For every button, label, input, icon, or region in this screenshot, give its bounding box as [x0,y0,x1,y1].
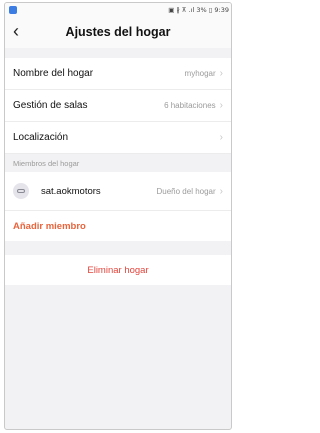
member-row[interactable]: sat.aokmotors Dueño del hogar › [5,172,231,211]
page-title: Ajustes del hogar [65,25,171,39]
setting-label: Gestión de salas [13,100,88,111]
header: ‹ Ajustes del hogar [5,16,231,48]
setting-row-rooms[interactable]: Gestión de salas 6 habitaciones › [5,90,231,122]
notification-icon [9,5,17,14]
setting-label: Localización [13,132,69,143]
member-name: sat.aokmotors [41,185,101,197]
avatar-icon [13,183,29,199]
setting-label: Nombre del hogar [13,68,94,79]
add-member-button[interactable]: Añadir miembro [5,211,231,241]
settings-card: Nombre del hogar myhogar › Gestión de sa… [5,58,231,154]
delete-home-button[interactable]: Eliminar hogar [5,255,231,285]
chevron-right-icon: › [219,132,223,143]
chevron-right-icon: › [219,100,223,111]
setting-value: myhogar [184,69,216,78]
phone-screen: ▣ ∦ ⊼ .ıl 3% ▯ 9:39 ‹ Ajustes del hogar … [4,2,232,430]
chevron-right-icon: › [219,185,223,197]
members-section-label: Miembros del hogar [5,154,231,172]
setting-value: 6 habitaciones [164,101,216,110]
member-role: Dueño del hogar [156,186,216,196]
setting-row-location[interactable]: Localización › [5,122,231,154]
status-indicators: ▣ ∦ ⊼ .ıl 3% ▯ 9:39 [168,5,229,14]
status-bar: ▣ ∦ ⊼ .ıl 3% ▯ 9:39 [5,3,231,16]
chevron-right-icon: › [219,68,223,79]
back-chevron-icon[interactable]: ‹ [13,19,19,43]
setting-row-home-name[interactable]: Nombre del hogar myhogar › [5,58,231,90]
